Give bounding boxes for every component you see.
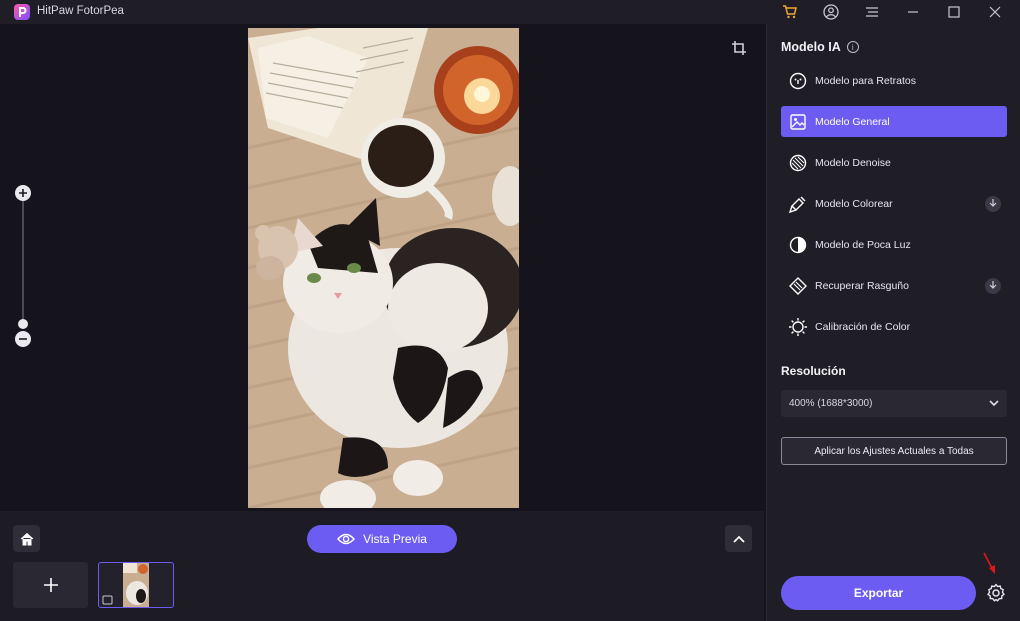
model-general[interactable]: Modelo General: [781, 106, 1007, 137]
low-light-icon: [781, 229, 815, 260]
model-label: Modelo Denoise: [815, 156, 891, 169]
zoom-out-button[interactable]: [15, 331, 31, 347]
denoise-icon: [781, 147, 815, 178]
resolution-value: 400% (1688*3000): [789, 398, 873, 409]
user-icon: [823, 4, 839, 20]
eye-icon: [337, 533, 356, 545]
minimize-button[interactable]: [893, 0, 933, 24]
model-label: Modelo Colorear: [815, 197, 893, 210]
minimize-icon: [908, 11, 918, 13]
zoom-slider[interactable]: [22, 200, 24, 324]
close-icon: [989, 6, 1001, 18]
preview-button-label: Vista Previa: [363, 532, 427, 546]
account-button[interactable]: [811, 0, 851, 24]
image-thumbnail[interactable]: [98, 562, 174, 608]
export-button[interactable]: Exportar: [781, 576, 976, 610]
resolution-select[interactable]: 400% (1688*3000): [781, 390, 1007, 417]
colorize-icon: [781, 188, 815, 219]
model-color-calibration[interactable]: Calibración de Color: [781, 311, 1007, 342]
right-panel: Modelo IA i Modelo para Retratos Modelo …: [766, 24, 1020, 621]
gear-icon: [987, 583, 1005, 602]
download-icon: [989, 281, 997, 289]
color-calibration-icon: [781, 311, 815, 342]
model-denoise[interactable]: Modelo Denoise: [781, 147, 1007, 178]
preview-button[interactable]: Vista Previa: [307, 525, 457, 553]
menu-button[interactable]: [852, 0, 892, 24]
plus-icon: [43, 578, 58, 592]
scratch-icon: [781, 270, 815, 301]
model-label: Modelo de Poca Luz: [815, 238, 911, 251]
model-scratch-repair[interactable]: Recuperar Rasguño: [781, 270, 1007, 301]
model-label: Modelo General: [815, 115, 890, 128]
download-icon: [989, 199, 997, 207]
model-label: Recuperar Rasguño: [815, 279, 909, 292]
settings-button[interactable]: [985, 582, 1007, 604]
plus-icon: [19, 189, 27, 197]
chevron-down-icon: [989, 400, 999, 407]
home-button[interactable]: [13, 525, 40, 552]
portrait-icon: [781, 65, 815, 96]
add-image-button[interactable]: [13, 562, 88, 608]
info-icon[interactable]: i: [846, 41, 859, 53]
collapse-button[interactable]: [725, 525, 752, 552]
model-colorize[interactable]: Modelo Colorear: [781, 188, 1007, 219]
model-portrait[interactable]: Modelo para Retratos: [781, 65, 1007, 96]
maximize-button[interactable]: [934, 0, 974, 24]
menu-icon: [866, 7, 878, 17]
crop-icon: [732, 41, 746, 55]
resolution-title: Resolución: [781, 364, 846, 378]
close-button[interactable]: [975, 0, 1015, 24]
download-button[interactable]: [985, 277, 1001, 294]
ai-model-title-text: Modelo IA: [781, 40, 841, 54]
zoom-in-button[interactable]: [15, 185, 31, 201]
model-low-light[interactable]: Modelo de Poca Luz: [781, 229, 1007, 260]
preview-image: [248, 28, 519, 508]
app-title: HitPaw FotorPea: [37, 5, 124, 17]
zoom-slider-handle[interactable]: [18, 319, 28, 329]
image-icon: [781, 106, 815, 137]
app-logo-icon: [14, 4, 30, 20]
model-label: Modelo para Retratos: [815, 74, 916, 87]
title-bar: HitPaw FotorPea: [0, 0, 1020, 24]
model-label: Calibración de Color: [815, 320, 911, 333]
download-button[interactable]: [985, 195, 1001, 212]
annotation-arrow-icon: [983, 552, 995, 574]
cart-icon: [783, 5, 797, 19]
minus-icon: [19, 338, 27, 340]
crop-button[interactable]: [731, 40, 751, 60]
maximize-icon: [948, 6, 960, 18]
apply-to-all-button[interactable]: Aplicar los Ajustes Actuales a Todas: [781, 437, 1007, 465]
cart-button[interactable]: [770, 0, 810, 24]
home-icon: [20, 532, 33, 545]
chevron-up-icon: [732, 535, 745, 543]
ai-model-title: Modelo IA i: [781, 40, 859, 54]
